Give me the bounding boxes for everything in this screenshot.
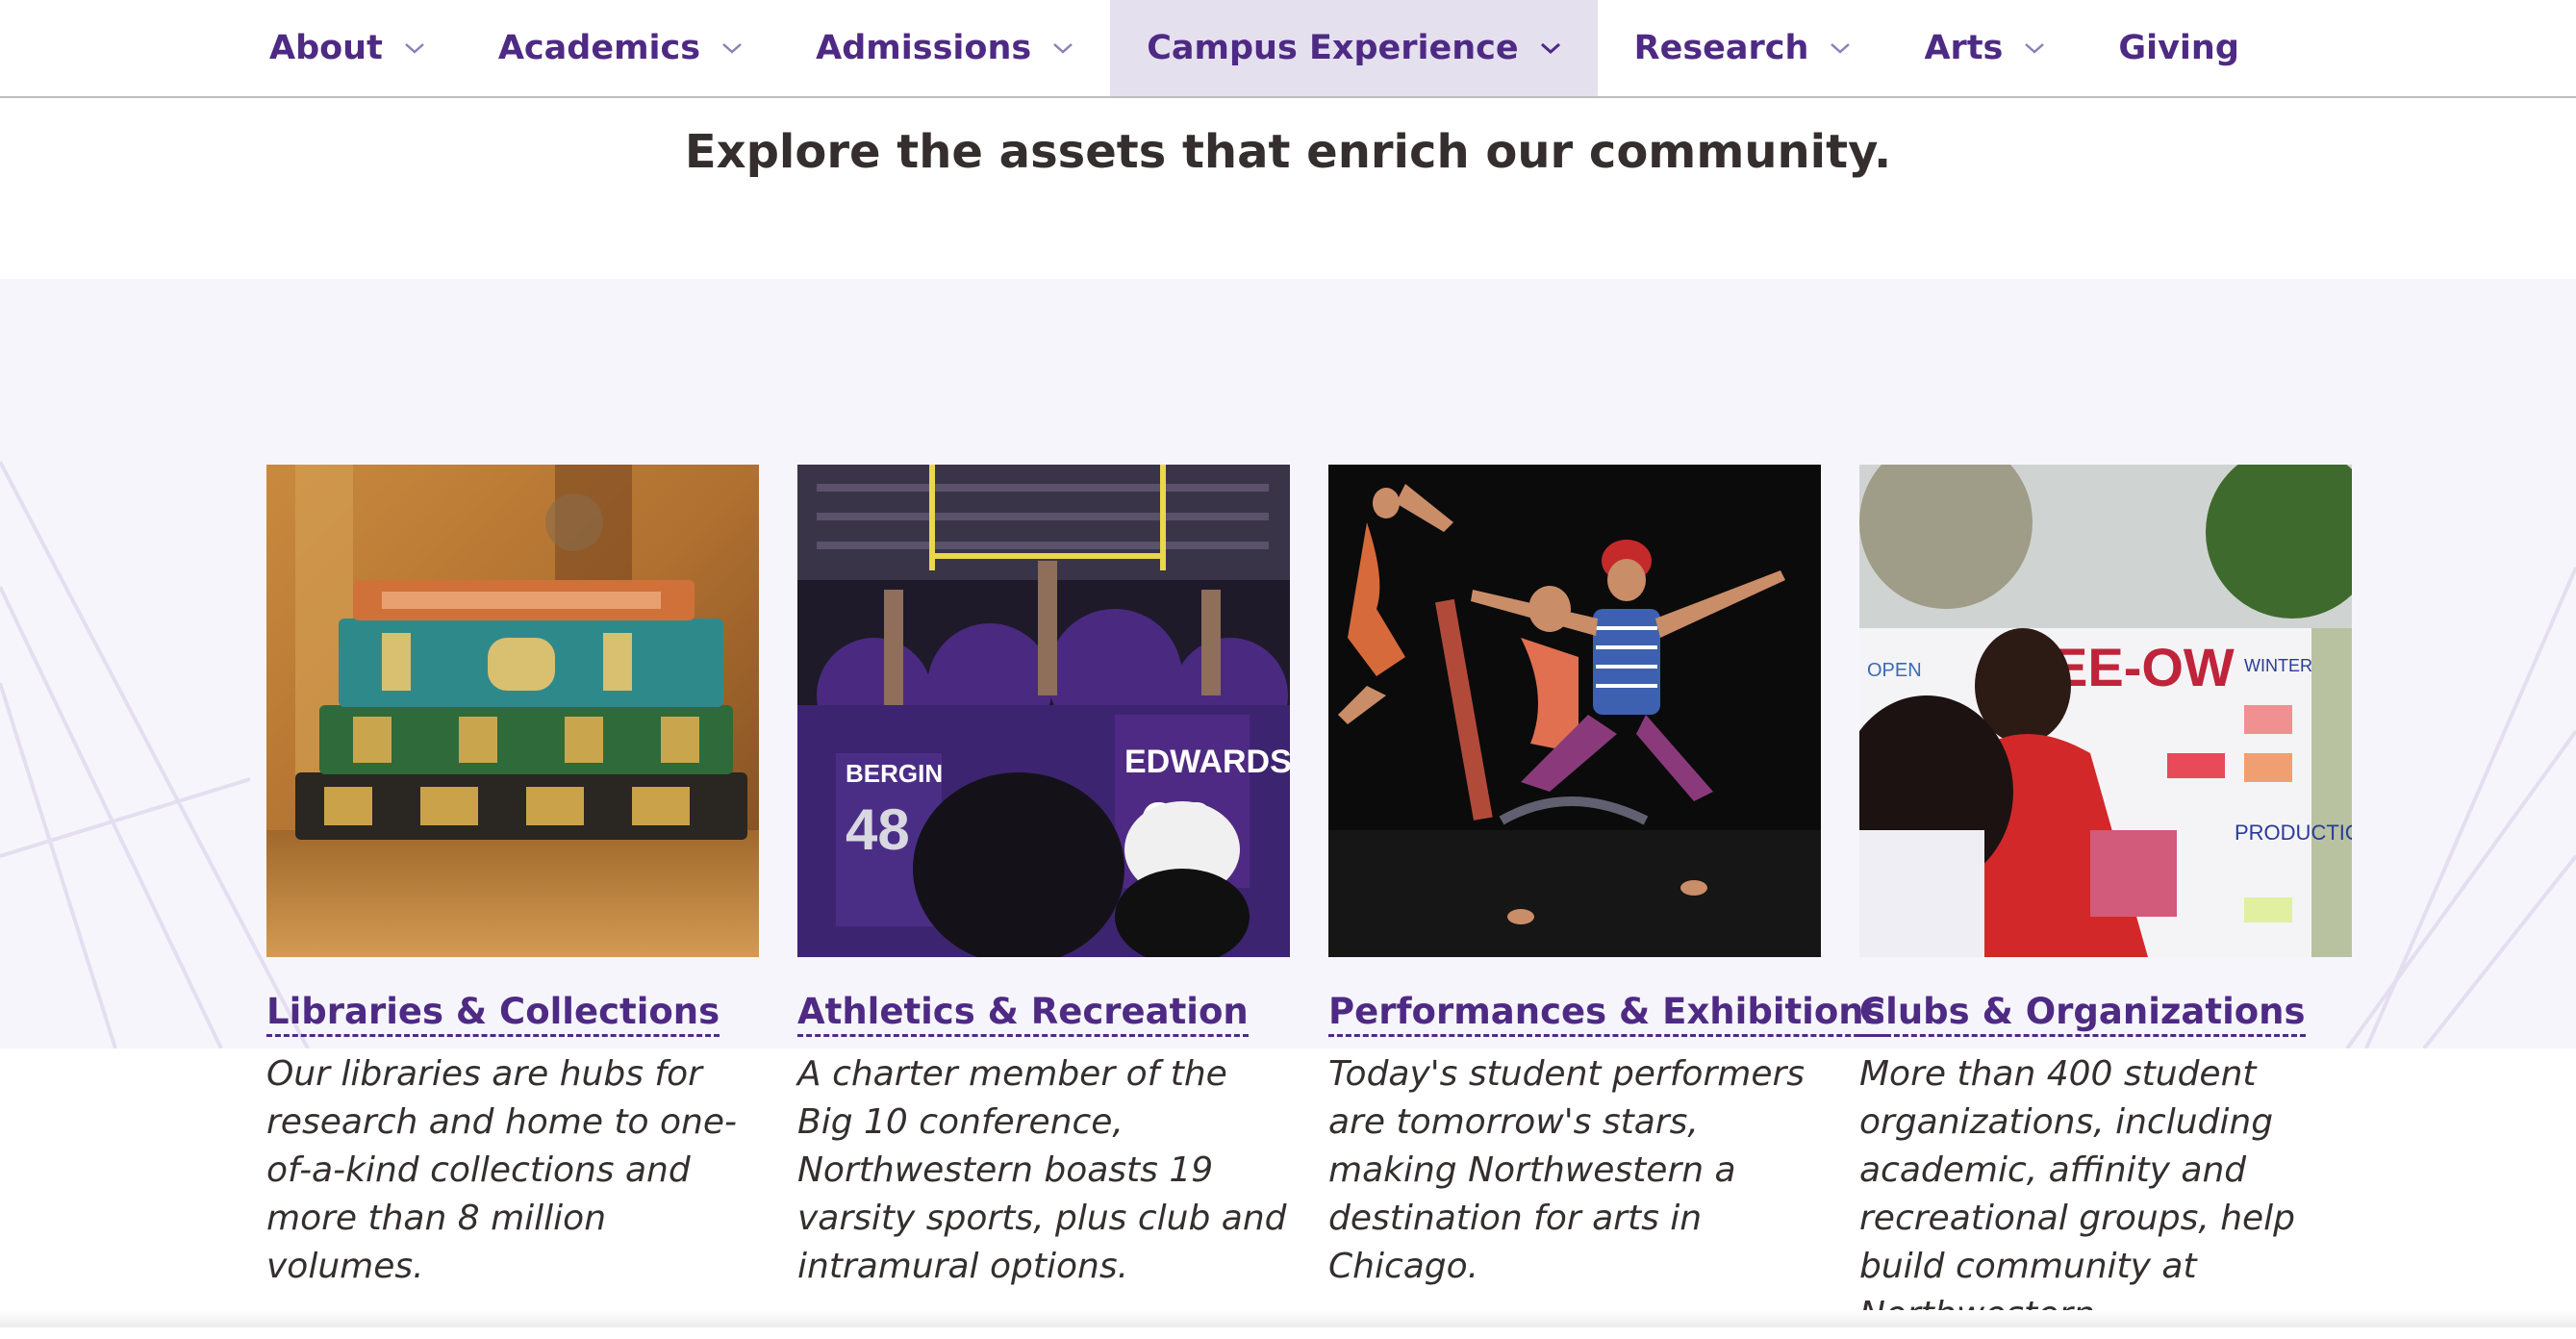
student-club-fair-photo[interactable]: EE-OW OPEN WINTER PRODUCTION (1859, 465, 2352, 957)
chevron-down-icon (2024, 41, 2045, 55)
svg-text:EDWARDS: EDWARDS (1124, 744, 1290, 780)
page-bottom-edge (0, 1310, 2576, 1327)
nav-item-research[interactable]: Research (1598, 0, 1888, 96)
card-description: A charter member of the Big 10 conferenc… (797, 1054, 1287, 1286)
card-description: More than 400 student organizations, inc… (1859, 1054, 2296, 1334)
football-team-celebration-photo[interactable]: EDWARDS 66 BERGIN 48 (797, 465, 1290, 957)
nav-item-label: About (269, 29, 383, 67)
chevron-down-icon (1540, 41, 1561, 55)
dancers-on-stage-photo[interactable] (1328, 465, 1821, 957)
card-description: Our libraries are hubs for research and … (266, 1054, 738, 1286)
nav-item-label: Academics (497, 29, 701, 67)
card-title-link[interactable]: Libraries & Collections (266, 992, 720, 1037)
svg-text:PRODUCTION: PRODUCTION (2235, 821, 2352, 845)
nav-item-label: Admissions (816, 29, 1032, 67)
stacked-books-photo[interactable] (266, 465, 759, 957)
feature-card-performances: Performances & Exhibitions Today's stude… (1328, 465, 1885, 1291)
card-title-link[interactable]: Athletics & Recreation (797, 992, 1249, 1037)
nav-item-campus-experience[interactable]: Campus Experience (1110, 0, 1598, 96)
chevron-down-icon (1830, 41, 1851, 55)
section-heading: Explore the assets that enrich our commu… (684, 125, 1892, 179)
chevron-down-icon (721, 41, 743, 55)
nav-item-label: Research (1633, 29, 1809, 67)
feature-card-athletics: EDWARDS 66 BERGIN 48 Athletics & Recreat… (797, 465, 1290, 1291)
svg-text:OPEN: OPEN (1867, 660, 1922, 681)
svg-text:BERGIN: BERGIN (846, 759, 943, 788)
feature-card-clubs: EE-OW OPEN WINTER PRODUCTION Clubs & Org… (1859, 465, 2352, 1339)
card-description: Today's student performers are tomorrow'… (1328, 1054, 1806, 1286)
nav-item-about[interactable]: About (233, 0, 462, 96)
chevron-down-icon (1052, 41, 1073, 55)
nav-item-academics[interactable]: Academics (462, 0, 779, 96)
card-title-link[interactable]: Performances & Exhibitions (1328, 992, 1885, 1037)
chevron-down-icon (404, 41, 425, 55)
nav-item-label: Arts (1924, 29, 2004, 67)
svg-text:EE-OW: EE-OW (2052, 637, 2235, 697)
svg-text:48: 48 (846, 797, 910, 862)
nav-item-arts[interactable]: Arts (1887, 0, 2082, 96)
nav-item-admissions[interactable]: Admissions (779, 0, 1110, 96)
nav-item-giving[interactable]: Giving (2082, 0, 2276, 96)
card-title-link[interactable]: Clubs & Organizations (1859, 992, 2306, 1037)
feature-card-libraries: Libraries & Collections Our libraries ar… (266, 465, 759, 1291)
nav-item-label: Campus Experience (1147, 29, 1519, 67)
main-navigation: About Academics Admissions Campus Experi… (0, 0, 2576, 98)
nav-item-label: Giving (2118, 29, 2239, 67)
svg-text:WINTER: WINTER (2244, 656, 2312, 675)
